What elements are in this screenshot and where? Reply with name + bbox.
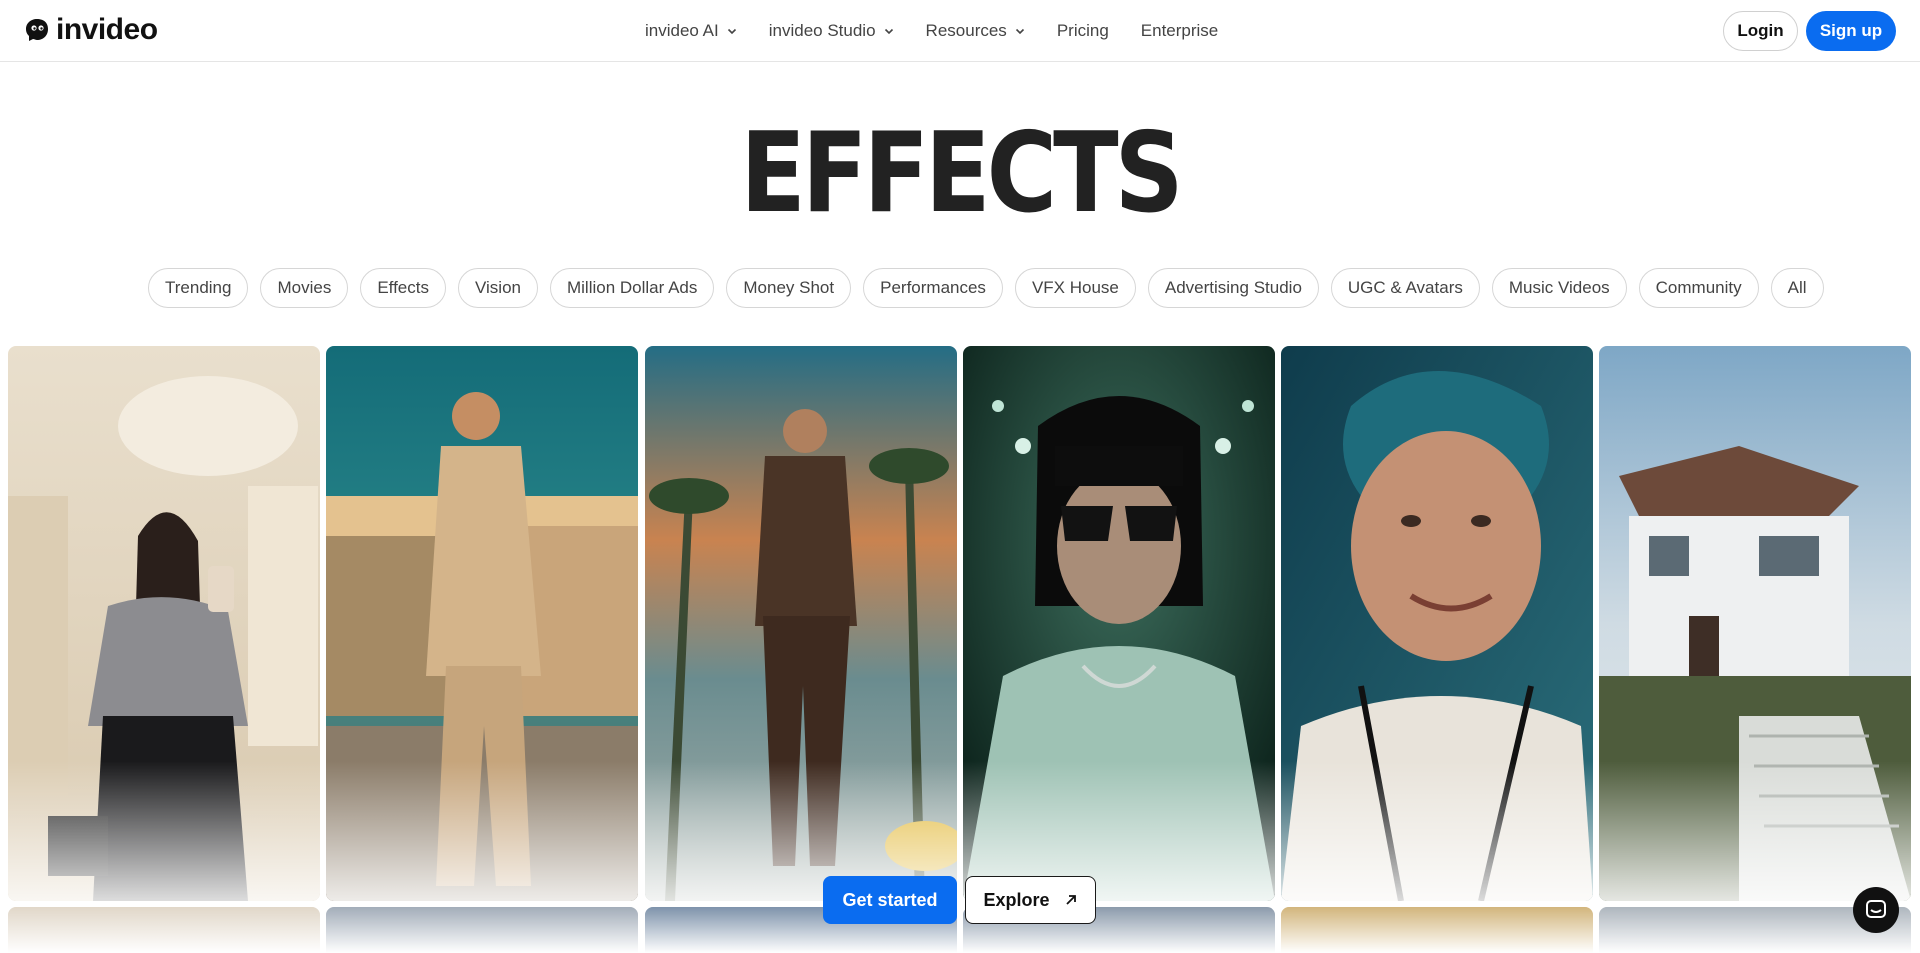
nav-label: invideo AI bbox=[645, 21, 719, 40]
chip-money-shot[interactable]: Money Shot bbox=[726, 268, 852, 308]
chip-vision[interactable]: Vision bbox=[457, 268, 538, 308]
invideo-logo-icon bbox=[26, 19, 48, 41]
main-nav: invideo AI invideo Studio Resources Pric… bbox=[645, 20, 1218, 42]
effect-card-blue-hair[interactable] bbox=[1281, 346, 1593, 901]
nav-label: invideo Studio bbox=[768, 21, 876, 40]
chip-million-dollar-ads[interactable]: Million Dollar Ads bbox=[549, 268, 715, 308]
effect-card-tunnel-sunglasses[interactable] bbox=[963, 346, 1275, 901]
effect-card-palm-street[interactable] bbox=[645, 346, 957, 901]
effect-card-gas-station[interactable] bbox=[326, 346, 638, 901]
effect-card-mansion[interactable] bbox=[1599, 346, 1911, 901]
chip-all[interactable]: All bbox=[1770, 268, 1824, 308]
chevron-down-icon bbox=[1015, 28, 1024, 35]
get-started-button[interactable]: Get started bbox=[823, 876, 957, 924]
nav-label: Enterprise bbox=[1140, 21, 1219, 40]
nav-enterprise[interactable]: Enterprise bbox=[1141, 20, 1218, 42]
chat-support-button[interactable] bbox=[1853, 887, 1899, 933]
chevron-down-icon bbox=[884, 28, 893, 35]
effect-card-preview[interactable] bbox=[1281, 907, 1593, 953]
page-title: EFFECTS bbox=[740, 108, 1183, 238]
effect-card-preview[interactable] bbox=[326, 907, 638, 953]
effect-card-preview[interactable] bbox=[8, 907, 320, 953]
chip-movies[interactable]: Movies bbox=[260, 268, 349, 308]
nav-resources[interactable]: Resources bbox=[926, 20, 1025, 42]
chevron-down-icon bbox=[727, 28, 736, 35]
brand-name: invideo bbox=[56, 13, 158, 46]
fade-overlay bbox=[326, 761, 638, 901]
chip-community[interactable]: Community bbox=[1638, 268, 1759, 308]
chip-advertising-studio[interactable]: Advertising Studio bbox=[1147, 268, 1319, 308]
top-navigation: invideo invideo AI invideo Studio Resour… bbox=[0, 0, 1920, 62]
login-button[interactable]: Login bbox=[1723, 11, 1798, 51]
chip-ugc-avatars[interactable]: UGC & Avatars bbox=[1330, 268, 1480, 308]
invideo-logo[interactable]: invideo bbox=[24, 14, 158, 46]
fade-overlay bbox=[1599, 761, 1911, 901]
chip-music-videos[interactable]: Music Videos bbox=[1491, 268, 1627, 308]
explore-label: Explore bbox=[983, 889, 1050, 910]
chip-trending[interactable]: Trending bbox=[148, 268, 249, 308]
fade-overlay bbox=[1281, 761, 1593, 901]
fade-overlay bbox=[8, 761, 320, 901]
explore-button[interactable]: Explore bbox=[965, 876, 1096, 924]
nav-pricing[interactable]: Pricing bbox=[1057, 20, 1109, 42]
nav-invideo-studio[interactable]: invideo Studio bbox=[769, 20, 894, 42]
arrow-up-right-icon bbox=[1065, 895, 1076, 905]
chip-vfx-house[interactable]: VFX House bbox=[1014, 268, 1136, 308]
chip-effects[interactable]: Effects bbox=[360, 268, 446, 308]
effect-card-mirror-selfie[interactable] bbox=[8, 346, 320, 901]
signup-button[interactable]: Sign up bbox=[1806, 11, 1896, 51]
effects-gallery-row-2 bbox=[8, 907, 1913, 953]
chip-performances[interactable]: Performances bbox=[863, 268, 1003, 308]
nav-label: Pricing bbox=[1056, 21, 1109, 40]
chat-icon bbox=[1866, 900, 1886, 918]
nav-label: Resources bbox=[925, 21, 1007, 40]
category-filter: Trending Movies Effects Vision Million D… bbox=[148, 268, 1824, 308]
nav-invideo-ai[interactable]: invideo AI bbox=[645, 20, 737, 42]
effects-gallery bbox=[8, 346, 1913, 901]
